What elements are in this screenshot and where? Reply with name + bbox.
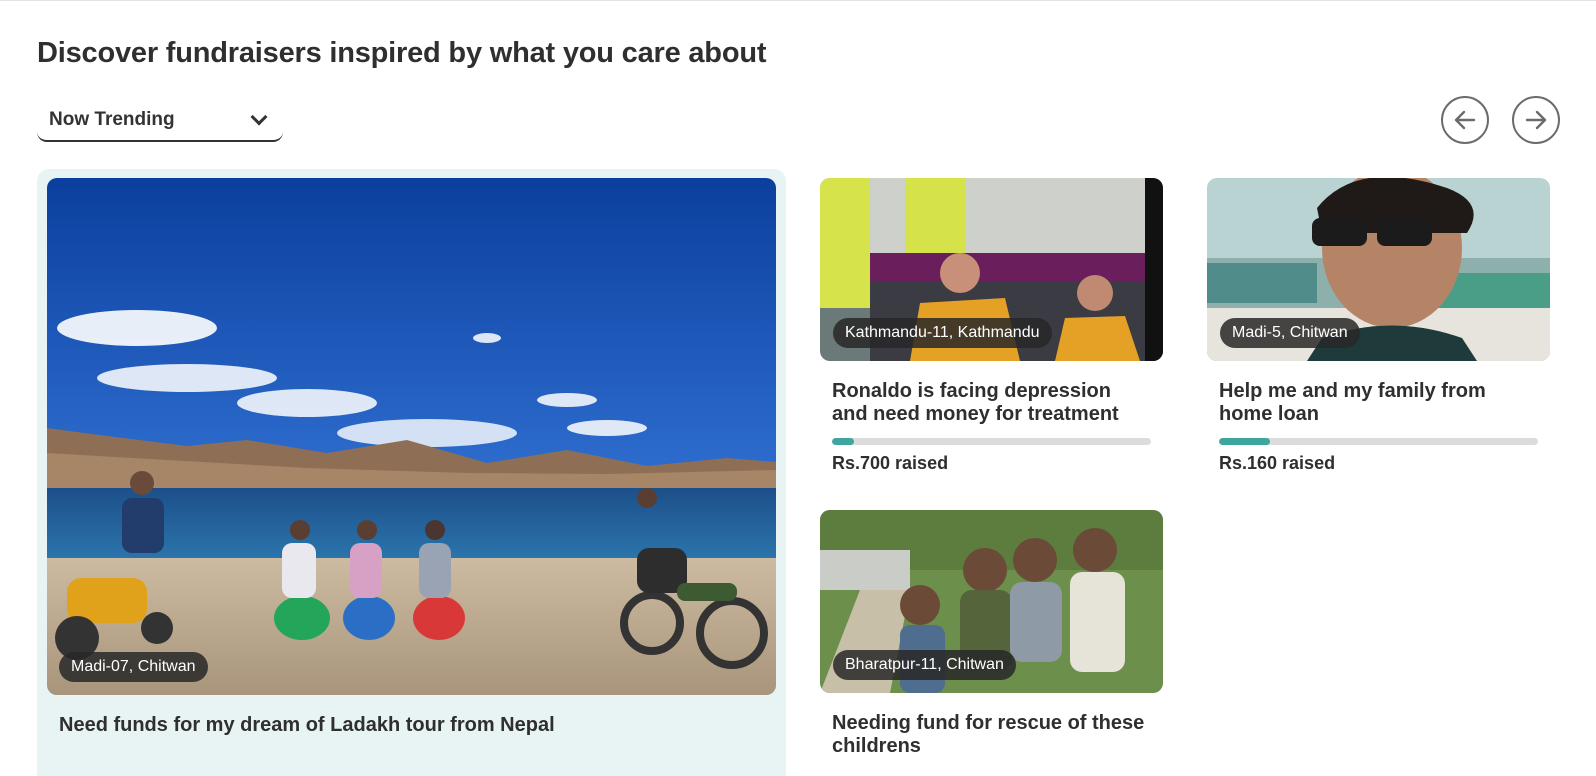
fundraiser-title[interactable]: Ronaldo is facing depression and need mo… bbox=[832, 380, 1151, 426]
progress-bar bbox=[832, 438, 1151, 445]
arrow-right-icon bbox=[1525, 110, 1547, 130]
fundraiser-title[interactable]: Needing fund for rescue of these childre… bbox=[832, 712, 1151, 758]
carousel-next-button[interactable] bbox=[1512, 96, 1560, 144]
location-badge: Bharatpur-11, Chitwan bbox=[833, 650, 1016, 680]
arrow-left-icon bbox=[1454, 110, 1476, 130]
fundraiser-card[interactable]: Kathmandu-11, Kathmandu Ronaldo is facin… bbox=[820, 178, 1163, 474]
progress-fill bbox=[832, 438, 855, 445]
amount-raised: Rs.700 raised bbox=[832, 453, 949, 473]
amount-raised: Rs.160 raised bbox=[1219, 453, 1336, 473]
location-badge: Madi-07, Chitwan bbox=[59, 652, 208, 682]
progress-fill bbox=[1219, 438, 1271, 445]
fundraiser-title[interactable]: Help me and my family from home loan bbox=[1219, 380, 1538, 426]
location-badge: Kathmandu-11, Kathmandu bbox=[833, 318, 1052, 348]
filter-selected-label: Now Trending bbox=[49, 109, 175, 130]
top-divider bbox=[0, 0, 1596, 1]
progress-bar bbox=[1219, 438, 1538, 445]
featured-fundraiser-image[interactable]: Madi-07, Chitwan bbox=[47, 178, 776, 695]
fundraiser-image[interactable]: Bharatpur-11, Chitwan bbox=[820, 510, 1163, 693]
fundraiser-card[interactable]: Bharatpur-11, Chitwan Needing fund for r… bbox=[820, 510, 1163, 758]
carousel-prev-button[interactable] bbox=[1441, 96, 1489, 144]
fundraiser-image[interactable]: Madi-5, Chitwan bbox=[1207, 178, 1550, 361]
location-badge: Madi-5, Chitwan bbox=[1220, 318, 1360, 348]
featured-fundraiser-card[interactable]: Madi-07, Chitwan Need funds for my dream… bbox=[37, 169, 786, 776]
category-filter-dropdown[interactable]: Now Trending bbox=[37, 100, 283, 142]
fundraiser-image[interactable]: Kathmandu-11, Kathmandu bbox=[820, 178, 1163, 361]
chevron-down-icon bbox=[250, 108, 268, 126]
page-title: Discover fundraisers inspired by what yo… bbox=[37, 37, 767, 69]
fundraiser-title[interactable]: Need funds for my dream of Ladakh tour f… bbox=[59, 714, 555, 737]
fundraiser-card[interactable]: Madi-5, Chitwan Help me and my family fr… bbox=[1207, 178, 1550, 474]
